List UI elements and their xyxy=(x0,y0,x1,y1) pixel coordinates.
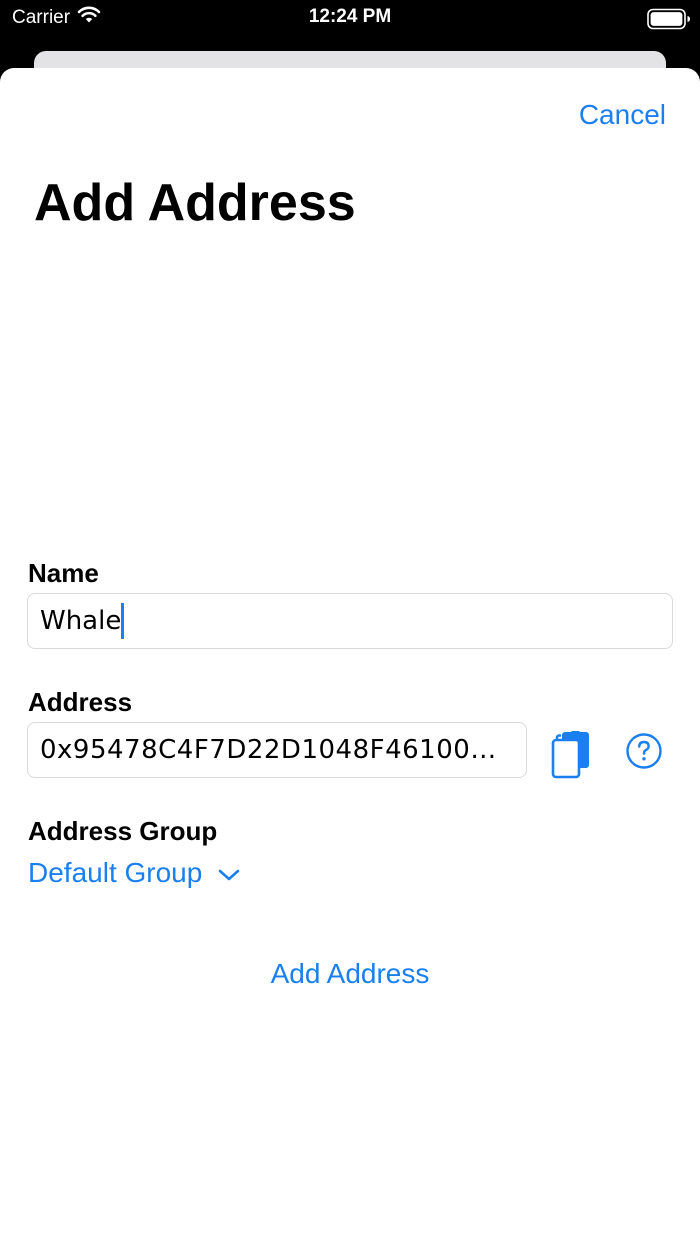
paste-clipboard-icon xyxy=(551,731,591,782)
chevron-down-icon xyxy=(218,857,240,889)
paste-button[interactable] xyxy=(551,731,591,782)
name-label: Name xyxy=(28,558,99,588)
help-button[interactable] xyxy=(625,732,663,773)
name-value: Whale xyxy=(40,606,122,636)
address-group-label: Address Group xyxy=(28,816,218,846)
page-title: Add Address xyxy=(34,174,356,232)
address-field[interactable]: 0x95478C4F7D22D1048F461000... xyxy=(27,722,527,778)
battery-icon xyxy=(647,8,691,35)
question-circle-icon xyxy=(625,733,663,773)
status-bar: Carrier 12:24 PM xyxy=(0,0,700,40)
address-label: Address xyxy=(28,687,133,717)
address-group-value: Default Group xyxy=(28,857,203,888)
address-value: 0x95478C4F7D22D1048F461000... xyxy=(40,735,510,765)
status-time: 12:24 PM xyxy=(308,6,392,27)
address-group-dropdown[interactable]: Default Group xyxy=(28,857,240,889)
add-address-button[interactable]: Add Address xyxy=(0,958,700,990)
text-cursor xyxy=(121,603,125,639)
name-field[interactable]: Whale xyxy=(27,593,673,649)
cancel-button[interactable]: Cancel xyxy=(579,99,666,131)
modal-sheet xyxy=(0,68,700,1244)
